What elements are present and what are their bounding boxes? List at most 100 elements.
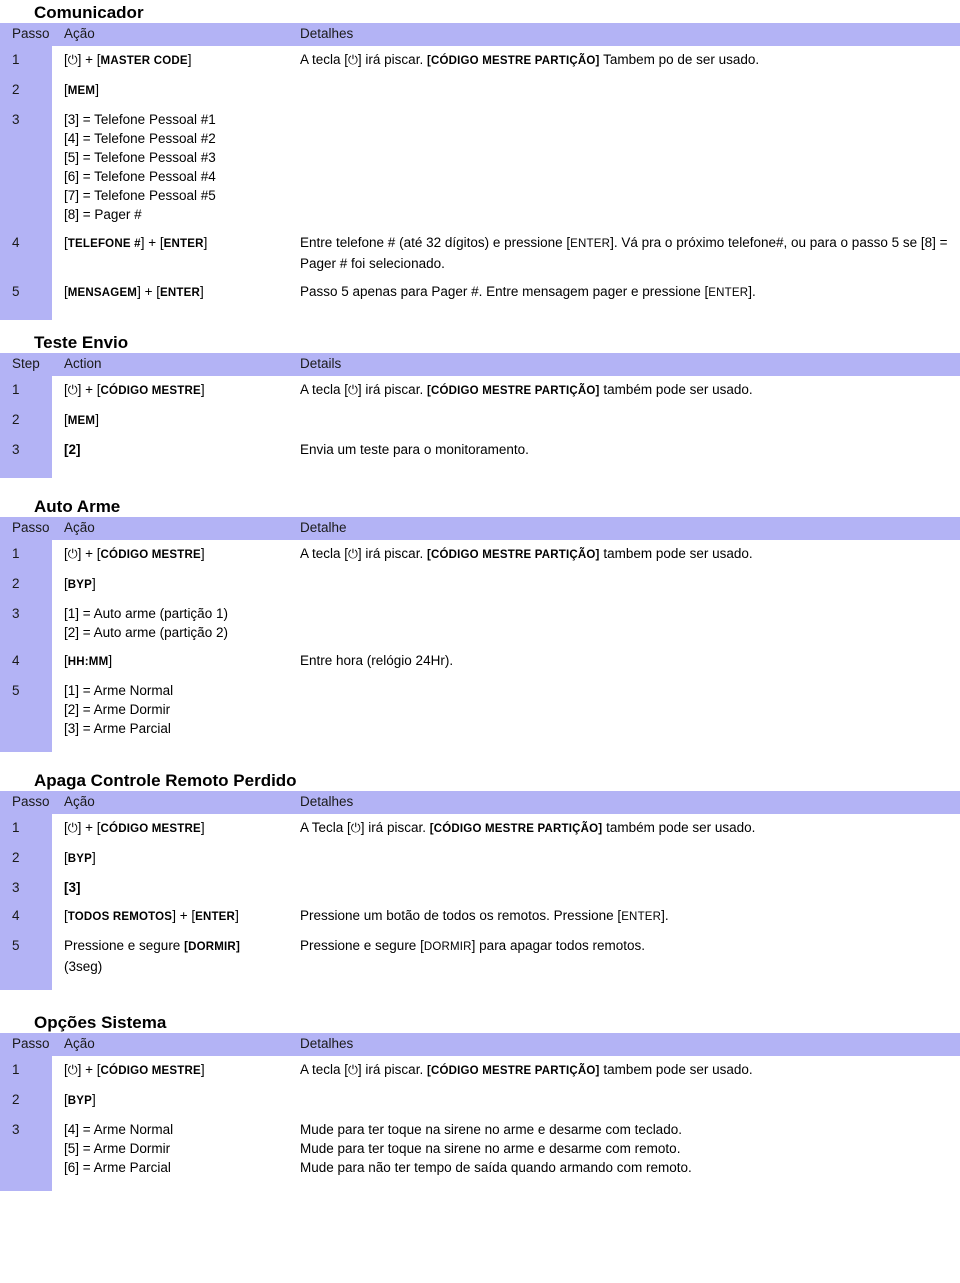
keypad-token: TODOS REMOTOS [67,911,173,923]
table-row: 4 [TELEFONE #] + [ENTER] Entre telefone # … [0,229,960,278]
keypad-token: TELEFONE # [67,238,141,250]
details-cell [292,570,960,600]
step-number: 3 [0,600,52,647]
step-number: 1 [0,814,52,844]
details-cell: Passo 5 apenas para Pager #. Entre mensa… [292,278,960,311]
table-row: 3 [2] Envia um teste para o monitoramento. [0,436,960,469]
action-cell: [BYP] [52,844,292,874]
table-row: 3 [3] = Telefone Pessoal #1 [4] = Telefone… [0,106,960,229]
text-run: tambem pode ser usado. [599,1062,753,1077]
section-title: Auto Arme [34,497,121,516]
power-icon: ⏻ [348,546,358,561]
text-line: [6] = Arme Parcial [64,1160,171,1175]
step-number: 3 [0,1116,52,1182]
text-run: ] [200,546,205,561]
text-line: [4] = Telefone Pessoal #2 [64,131,216,146]
details-cell [292,106,960,229]
power-icon: ⏻ [350,820,361,835]
table-row: 3 [1] = Auto arme (partição 1) [2] = Auto … [0,600,960,647]
step-number: 1 [0,376,52,406]
sections-container: Comunicador Passo Ação Detalhes 1 [⏻] + [MAST… [0,0,960,1191]
text-line: [1] = Auto arme (partição 1) [64,606,228,621]
text-run: ] irá piscar. [357,546,427,561]
details-cell: Entre telefone # (até 32 dígitos) e pres… [292,229,960,278]
text-run: também pode ser usado. [599,382,753,397]
column-header-step: Step [0,353,52,376]
table-row: 5 [MENSAGEM] + [ENTER] Passo 5 apenas para… [0,278,960,311]
action-cell: [3] [52,874,292,902]
text-run: ]. [748,284,756,299]
table-row: 5 [1] = Arme Normal [2] = Arme Dormir [3] =… [0,677,960,743]
table-header-row: Passo Ação Detalhes [0,23,960,46]
text-run: ] [203,235,208,250]
section-title: Comunicador [34,3,144,22]
procedure-section: Teste Envio Step Action Details 1 [⏻] + [CÓDI… [0,320,960,478]
text-run: A tecla [ [300,52,349,67]
power-icon: ⏻ [67,546,78,561]
column-header-step: Passo [0,517,52,540]
text-run: ] [92,576,96,591]
text-run: Pressione um botão de todos os remotos. … [300,908,622,923]
text-line: [8] = Pager # [64,207,142,222]
table-row: 2 [BYP] [0,844,960,874]
table-row: 3 [3] [0,874,960,902]
details-cell: A Tecla [⏻] irá piscar. [CÓDIGO MESTRE P… [292,814,960,844]
text-line: [1] = Arme Normal [64,683,174,698]
text-run: Pressione e segure [64,938,185,953]
column-header-action: Ação [52,517,292,540]
step-column-tail [0,1182,52,1191]
keypad-token: [CÓDIGO MESTRE PARTIÇÃO] [426,385,600,397]
keypad-token: CÓDIGO MESTRE [100,1065,201,1077]
step-number: 1 [0,46,52,76]
power-icon: ⏻ [67,52,78,67]
column-header-action: Ação [52,1033,292,1056]
details-cell: Mude para ter toque na sirene no arme e … [292,1116,960,1182]
table-header-row: Passo Ação Detalhes [0,791,960,814]
details-cell: A tecla [⏻] irá piscar. [CÓDIGO MESTRE P… [292,376,960,406]
action-cell: [1] = Arme Normal [2] = Arme Dormir [3] = … [52,677,292,743]
keypad-token: [CÓDIGO MESTRE PARTIÇÃO] [426,549,600,561]
text-line: [3] = Arme Parcial [64,721,171,736]
action-cell: [⏻] + [CÓDIGO MESTRE] [52,1056,292,1086]
table-row: 2 [MEM] [0,76,960,106]
text-run: ] + [ [77,382,101,397]
column-header-step: Passo [0,791,52,814]
action-cell: [3] = Telefone Pessoal #1 [4] = Telefone … [52,106,292,229]
power-icon: ⏻ [348,1062,358,1077]
keypad-token: BYP [67,579,93,591]
text-run: [2] [64,442,81,457]
details-cell [292,1086,960,1116]
text-line: [5] = Arme Dormir [64,1141,171,1156]
action-cell: [4] = Arme Normal [5] = Arme Dormir [6] = … [52,1116,292,1182]
details-cell: Pressione um botão de todos os remotos. … [292,902,960,932]
step-number: 1 [0,1056,52,1086]
column-header-step: Passo [0,23,52,46]
text-run: ] [200,382,205,397]
power-icon: ⏻ [67,382,78,397]
action-cell: [⏻] + [CÓDIGO MESTRE] [52,376,292,406]
procedure-section: Comunicador Passo Ação Detalhes 1 [⏻] + [MAST… [0,0,960,320]
details-cell [292,600,960,647]
keypad-token: ENTER [159,287,200,299]
details-cell [292,677,960,743]
keypad-token: MEM [67,85,96,97]
power-icon: ⏻ [348,52,358,67]
action-cell: [TODOS REMOTOS] + [ENTER] [52,902,292,932]
keypad-token: CÓDIGO MESTRE [100,385,201,397]
action-cell: [TELEFONE #] + [ENTER] [52,229,292,278]
action-cell: [BYP] [52,570,292,600]
table-row: 4 [HH:MM] Entre hora (relógio 24Hr). [0,647,960,677]
keypad-token: MEM [67,415,96,427]
text-run: ] [187,52,192,67]
procedure-section: Apaga Controle Remoto Perdido Passo Ação De… [0,752,960,990]
text-run: ] irá piscar. [357,52,427,67]
text-run: ] [108,653,113,668]
text-run: ] para apagar todos remotos. [471,938,646,953]
details-cell [292,406,960,436]
keypad-token: BYP [67,853,93,865]
procedure-section: Auto Arme Passo Ação Detalhe 1 [⏻] + [CÓDIGO … [0,478,960,752]
procedure-table: Passo Ação Detalhes 1 [⏻] + [MASTER CODE] A t… [0,23,960,311]
